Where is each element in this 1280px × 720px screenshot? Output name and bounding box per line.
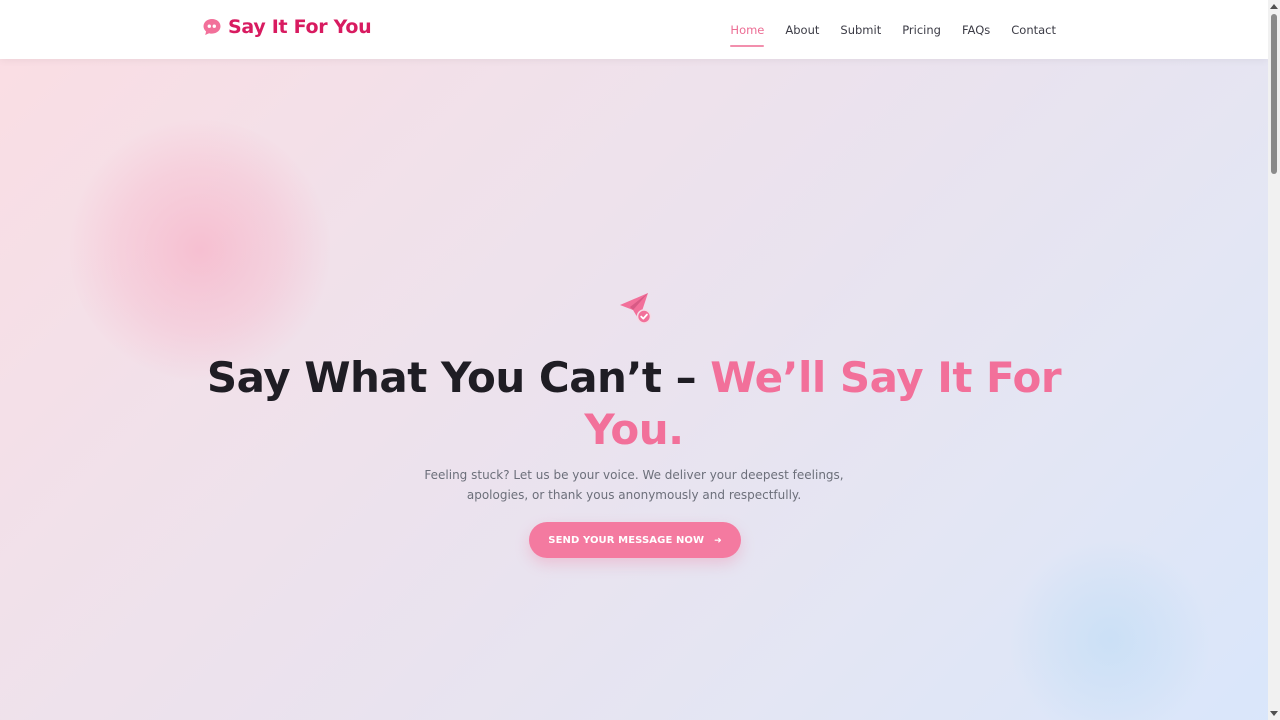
brand-logo[interactable]: Say It For You bbox=[202, 16, 372, 38]
nav-item-home[interactable]: Home bbox=[730, 23, 764, 47]
page: Say It For You Home About Submit Pricing… bbox=[0, 0, 1280, 720]
nav-item-faqs[interactable]: FAQs bbox=[962, 23, 990, 37]
hero-subtitle: Feeling stuck? Let us be your voice. We … bbox=[384, 465, 884, 505]
top-navbar: Say It For You Home About Submit Pricing… bbox=[0, 0, 1268, 59]
nav-item-contact[interactable]: Contact bbox=[1011, 23, 1056, 37]
hero-subtitle-line-2: apologies, or thank yous anonymously and… bbox=[466, 488, 802, 502]
hero-section: Say What You Can’t – We’ll Say It For Yo… bbox=[0, 0, 1268, 720]
nav-item-submit[interactable]: Submit bbox=[840, 23, 881, 37]
scroll-up-arrow-icon[interactable] bbox=[1270, 4, 1278, 9]
arrow-right-icon: ➜ bbox=[714, 534, 722, 545]
quote-bubble-icon bbox=[202, 17, 222, 37]
hero-title: Say What You Can’t – We’ll Say It For Yo… bbox=[200, 352, 1068, 456]
brand-name: Say It For You bbox=[228, 16, 372, 38]
nav-item-about[interactable]: About bbox=[785, 23, 819, 37]
scrollbar-thumb[interactable] bbox=[1271, 14, 1277, 174]
nav-item-pricing[interactable]: Pricing bbox=[902, 23, 941, 37]
send-message-button[interactable]: SEND YOUR MESSAGE NOW ➜ bbox=[529, 522, 741, 558]
scroll-down-arrow-icon[interactable] bbox=[1270, 711, 1278, 716]
hero-subtitle-line-1: Feeling stuck? Let us be your voice. We … bbox=[424, 468, 844, 482]
main-nav: Home About Submit Pricing FAQs Contact bbox=[709, 0, 1056, 59]
hero-title-main: Say What You Can’t – bbox=[206, 353, 711, 402]
page-scrollbar[interactable] bbox=[1268, 0, 1280, 720]
paper-plane-check-icon bbox=[617, 290, 653, 326]
send-message-button-label: SEND YOUR MESSAGE NOW bbox=[548, 534, 705, 546]
